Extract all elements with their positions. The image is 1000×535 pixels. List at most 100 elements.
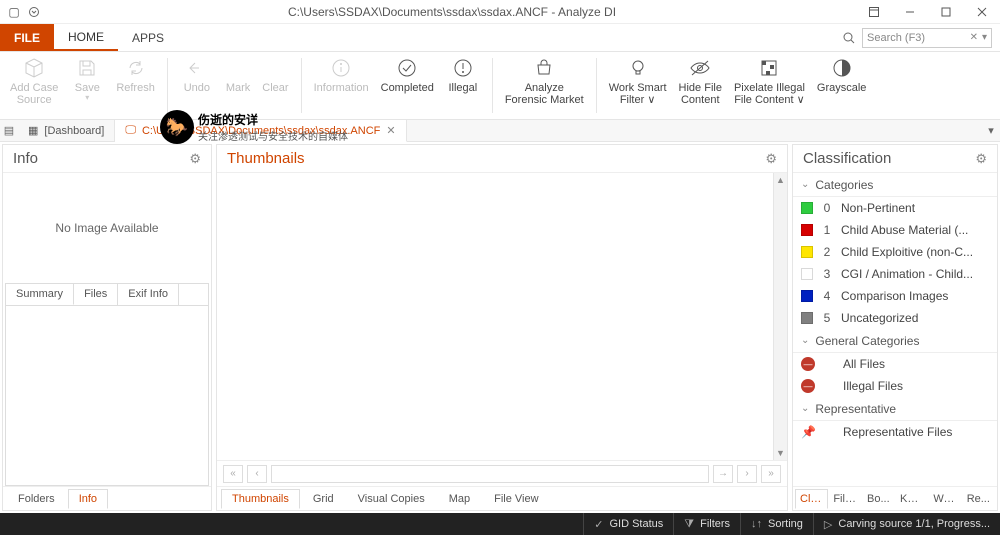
category-row[interactable]: 4 Comparison Images [793, 285, 997, 307]
doctab-dashboard[interactable]: ▦ [Dashboard] [18, 120, 115, 141]
qat-dropdown-icon[interactable] [26, 4, 42, 20]
maximize-button[interactable] [928, 0, 964, 24]
doctabs-dropdown-icon[interactable]: ▾ [982, 120, 1000, 141]
general-all-files[interactable]: — All Files [793, 353, 997, 375]
class-bottom-tab[interactable]: Bo... [862, 489, 895, 509]
monitor-icon: 🖵 [125, 124, 136, 137]
color-swatch [801, 268, 813, 280]
class-bottom-tab[interactable]: Key... [895, 489, 928, 509]
color-swatch [801, 202, 813, 214]
market-icon [532, 56, 556, 80]
section-categories[interactable]: ⌄ Categories [793, 173, 997, 197]
no-image-label: No Image Available [3, 173, 211, 283]
tab-file[interactable]: FILE [0, 24, 54, 51]
classification-gear-icon[interactable]: ⚙ [975, 151, 987, 167]
scroll-up-icon[interactable]: ▲ [774, 173, 787, 187]
info-tab-summary[interactable]: Summary [6, 284, 74, 305]
doctabs-menu-icon[interactable]: ▤ [0, 120, 18, 141]
save-icon [75, 56, 99, 80]
app-menu-icon[interactable]: ▢ [6, 4, 22, 20]
category-number: 0 [821, 201, 833, 215]
category-label: Non-Pertinent [841, 201, 989, 215]
tab-apps[interactable]: APPS [118, 24, 178, 51]
doctab-file[interactable]: 🖵 C:\Users\SSDAX\Documents\ssdax\ssdax.A… [115, 120, 406, 142]
representative-files[interactable]: 📌 Representative Files [793, 421, 997, 443]
category-row[interactable]: 3 CGI / Animation - Child... [793, 263, 997, 285]
thumbnails-gear-icon[interactable]: ⚙ [765, 151, 777, 167]
color-swatch [801, 312, 813, 324]
minimize-button[interactable] [892, 0, 928, 24]
save-button[interactable]: Save ▾ [64, 54, 110, 105]
section-representative[interactable]: ⌄ Representative [793, 397, 997, 421]
center-tab-grid[interactable]: Grid [302, 489, 345, 509]
section-general[interactable]: ⌄ General Categories [793, 329, 997, 353]
doctab-close-icon[interactable]: ✕ [386, 124, 395, 137]
smart-filter-button[interactable]: Work Smart Filter ∨ [603, 54, 673, 108]
grayscale-icon [830, 56, 854, 80]
grayscale-button[interactable]: Grayscale [811, 54, 873, 96]
search-icon[interactable] [842, 31, 856, 45]
category-row[interactable]: 1 Child Abuse Material (... [793, 219, 997, 241]
undo-button[interactable]: Undo [174, 54, 220, 96]
pager-prev-button[interactable]: ‹ [247, 465, 267, 483]
info-tab-files[interactable]: Files [74, 284, 118, 305]
general-illegal-files[interactable]: — Illegal Files [793, 375, 997, 397]
class-bottom-tab[interactable]: Cla... [795, 489, 828, 509]
refresh-button[interactable]: Refresh [110, 54, 161, 96]
category-label: Child Exploitive (non-C... [841, 245, 989, 259]
classification-panel-title: Classification [803, 150, 891, 167]
category-row[interactable]: 5 Uncategorized [793, 307, 997, 329]
mark-button[interactable]: Mark [220, 54, 256, 96]
pixelate-button[interactable]: Pixelate Illegal File Content ∨ [728, 54, 811, 108]
info-panel-title: Info [13, 150, 38, 167]
clear-button[interactable]: Clear [256, 54, 294, 96]
center-tab-visual[interactable]: Visual Copies [347, 489, 436, 509]
search-input[interactable]: Search (F3) ✕ ▾ [862, 28, 992, 48]
completed-button[interactable]: Completed [375, 54, 440, 96]
search-clear-icon[interactable]: ✕ [970, 32, 978, 43]
dashboard-icon: ▦ [28, 124, 38, 137]
category-row[interactable]: 2 Child Exploitive (non-C... [793, 241, 997, 263]
class-bottom-tab[interactable]: Wo... [928, 489, 961, 509]
class-bottom-tab[interactable]: Re... [962, 489, 995, 509]
close-button[interactable] [964, 0, 1000, 24]
center-tab-map[interactable]: Map [438, 489, 481, 509]
info-bottom-info[interactable]: Info [68, 489, 108, 509]
info-tab-exif[interactable]: Exif Info [118, 284, 179, 305]
ribbon-display-button[interactable] [856, 0, 892, 24]
pager-input[interactable] [271, 465, 709, 483]
info-bottom-folders[interactable]: Folders [7, 489, 66, 509]
scroll-down-icon[interactable]: ▼ [774, 446, 787, 460]
category-number: 3 [821, 267, 833, 281]
status-carving[interactable]: ▷ Carving source 1/1, Progress... [813, 513, 1000, 535]
bulb-icon [626, 56, 650, 80]
pager-first-button[interactable]: « [223, 465, 243, 483]
center-tab-fileview[interactable]: File View [483, 489, 549, 509]
add-case-source-button[interactable]: Add Case Source [4, 54, 64, 108]
sort-icon: ↓↑ [751, 518, 762, 530]
undo-icon [185, 56, 209, 80]
color-swatch [801, 224, 813, 236]
hide-file-button[interactable]: Hide File Content [673, 54, 728, 108]
category-number: 5 [821, 311, 833, 325]
tab-home[interactable]: HOME [54, 24, 118, 51]
thumbnails-canvas[interactable] [217, 173, 773, 460]
pager-go-button[interactable]: → [713, 465, 733, 483]
class-bottom-tab[interactable]: Filt... [828, 489, 861, 509]
info-gear-icon[interactable]: ⚙ [189, 151, 201, 167]
filter-icon: ⧩ [684, 518, 694, 531]
status-gid[interactable]: ✓ GID Status [583, 513, 673, 535]
pager-last-button[interactable]: » [761, 465, 781, 483]
analyze-market-button[interactable]: Analyze Forensic Market [499, 54, 590, 108]
center-tab-thumbnails[interactable]: Thumbnails [221, 489, 300, 509]
pager-next-button[interactable]: › [737, 465, 757, 483]
category-row[interactable]: 0 Non-Pertinent [793, 197, 997, 219]
category-number: 1 [821, 223, 833, 237]
illegal-button[interactable]: Illegal [440, 54, 486, 96]
thumbnails-scrollbar[interactable]: ▲ ▼ [773, 173, 787, 460]
illegal-icon [451, 56, 475, 80]
information-button[interactable]: Information [308, 54, 375, 96]
status-filters[interactable]: ⧩ Filters [673, 513, 740, 535]
status-sorting[interactable]: ↓↑ Sorting [740, 513, 813, 535]
search-dropdown-icon[interactable]: ▾ [982, 32, 987, 43]
